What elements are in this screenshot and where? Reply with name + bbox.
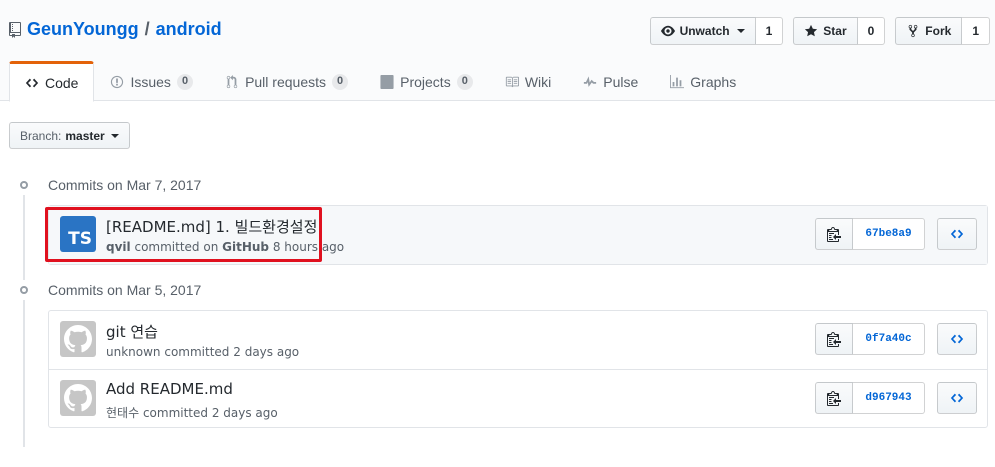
commit-group-title: Commits on Mar 5, 2017 bbox=[14, 280, 201, 300]
unwatch-label: Unwatch bbox=[679, 24, 730, 38]
clippy-icon bbox=[827, 227, 841, 242]
code-icon bbox=[25, 78, 39, 87]
watch-count[interactable]: 1 bbox=[755, 17, 784, 45]
tab-pull-requests-label: Pull requests bbox=[245, 74, 326, 90]
fork-count[interactable]: 1 bbox=[962, 17, 990, 45]
watch-group: Unwatch 1 bbox=[649, 17, 784, 45]
fork-button[interactable]: Fork bbox=[895, 17, 963, 45]
clippy-icon bbox=[827, 332, 841, 347]
tab-graphs-label: Graphs bbox=[690, 74, 737, 90]
unwatch-button[interactable]: Unwatch bbox=[649, 17, 756, 45]
star-icon bbox=[805, 24, 818, 37]
highlight-annotation-box bbox=[45, 207, 322, 262]
fork-label: Fork bbox=[925, 24, 952, 38]
repo-header: GeunYoungg / android Unwatch 1 Star 0 Fo… bbox=[0, 0, 995, 102]
commit-list: git 연습 unknown committed 2 days ago 0f7a… bbox=[48, 310, 988, 428]
tab-wiki[interactable]: Wiki bbox=[489, 61, 567, 101]
issues-counter: 0 bbox=[176, 74, 194, 90]
fork-group: Fork 1 bbox=[895, 17, 990, 45]
star-label: Star bbox=[823, 24, 847, 38]
tab-code-label: Code bbox=[45, 74, 79, 91]
graph-icon bbox=[670, 75, 685, 89]
pull-requests-counter: 0 bbox=[332, 74, 349, 90]
tab-pulse-label: Pulse bbox=[603, 74, 639, 90]
tab-projects-label: Projects bbox=[400, 74, 451, 90]
commit-sha-link[interactable]: 0f7a40c bbox=[853, 323, 925, 355]
commit-author: unknown bbox=[106, 345, 161, 359]
commit-message-link[interactable]: git 연습 bbox=[106, 321, 158, 342]
project-icon bbox=[380, 75, 394, 89]
star-count[interactable]: 0 bbox=[857, 17, 886, 45]
commit-node-icon bbox=[14, 175, 34, 195]
commit-node-icon bbox=[14, 280, 34, 300]
tab-issues-label: Issues bbox=[130, 74, 171, 90]
commit-row: Add README.md 현태수 committed 2 days ago d… bbox=[49, 369, 987, 427]
browse-files-button[interactable] bbox=[937, 323, 977, 355]
tab-code[interactable]: Code bbox=[9, 61, 95, 102]
repo-path-separator: / bbox=[144, 19, 150, 39]
browse-files-button[interactable] bbox=[937, 382, 977, 414]
avatar[interactable] bbox=[60, 321, 96, 357]
tab-projects[interactable]: Projects 0 bbox=[364, 61, 489, 101]
sha-group: 67be8a9 bbox=[815, 218, 925, 250]
tab-graphs[interactable]: Graphs bbox=[654, 61, 752, 101]
book-icon bbox=[505, 76, 519, 88]
clippy-icon bbox=[827, 391, 841, 406]
eye-icon bbox=[660, 25, 675, 37]
avatar[interactable] bbox=[60, 380, 96, 416]
copy-sha-button[interactable] bbox=[815, 323, 853, 355]
sha-group: 0f7a40c bbox=[815, 323, 925, 355]
commit-group-date: Commits on Mar 5, 2017 bbox=[48, 282, 202, 298]
commit-row: git 연습 unknown committed 2 days ago 0f7a… bbox=[49, 311, 987, 369]
star-group: Star 0 bbox=[793, 17, 886, 45]
github-octocat-icon bbox=[64, 325, 92, 353]
sha-group: d967943 bbox=[815, 382, 925, 414]
commit-author: 현태수 bbox=[106, 406, 140, 420]
code-icon bbox=[950, 393, 964, 403]
commit-sha-link[interactable]: 67be8a9 bbox=[853, 218, 925, 250]
tab-pulse[interactable]: Pulse bbox=[567, 61, 654, 101]
commit-time: 2 days ago bbox=[233, 345, 300, 359]
branch-value: master bbox=[65, 128, 105, 143]
fork-icon bbox=[908, 24, 918, 38]
repo-nav: Code Issues 0 Pull requests 0 Projects 0… bbox=[9, 61, 752, 102]
code-icon bbox=[950, 334, 964, 344]
caret-down-icon bbox=[110, 133, 119, 138]
commit-group-date: Commits on Mar 7, 2017 bbox=[48, 177, 202, 193]
pull-request-icon bbox=[226, 75, 238, 89]
repo-name-link[interactable]: android bbox=[156, 19, 222, 40]
commit-time: 2 days ago bbox=[211, 406, 278, 420]
commit-sha-link[interactable]: d967943 bbox=[853, 382, 925, 414]
issue-icon bbox=[111, 75, 124, 89]
repo-owner-link[interactable]: GeunYoungg bbox=[27, 19, 139, 40]
commit-message-link[interactable]: Add README.md bbox=[106, 380, 233, 398]
tab-wiki-label: Wiki bbox=[524, 74, 552, 90]
commit-action: committed bbox=[164, 345, 230, 359]
tab-pull-requests[interactable]: Pull requests 0 bbox=[209, 61, 364, 101]
commit-action: committed bbox=[142, 406, 209, 420]
caret-down-icon bbox=[736, 29, 745, 33]
browse-files-button[interactable] bbox=[937, 218, 977, 250]
projects-counter: 0 bbox=[456, 74, 473, 90]
commit-group-title: Commits on Mar 7, 2017 bbox=[14, 175, 201, 195]
branch-label: Branch: bbox=[20, 128, 62, 143]
code-icon bbox=[950, 229, 964, 239]
github-octocat-icon bbox=[64, 384, 92, 412]
repo-icon bbox=[9, 21, 21, 38]
commit-meta: unknown committed 2 days ago bbox=[106, 345, 299, 359]
pulse-icon bbox=[584, 76, 597, 87]
star-button[interactable]: Star bbox=[793, 17, 858, 45]
commit-meta: 현태수 committed 2 days ago bbox=[106, 404, 278, 421]
repo-title: GeunYoungg / android bbox=[9, 19, 222, 40]
tab-issues[interactable]: Issues 0 bbox=[94, 61, 209, 101]
timeline-line bbox=[23, 175, 25, 447]
repo-actions: Unwatch 1 Star 0 Fork 1 bbox=[649, 17, 990, 45]
copy-sha-button[interactable] bbox=[815, 218, 853, 250]
copy-sha-button[interactable] bbox=[815, 382, 853, 414]
branch-select-button[interactable]: Branch: master bbox=[9, 122, 130, 149]
